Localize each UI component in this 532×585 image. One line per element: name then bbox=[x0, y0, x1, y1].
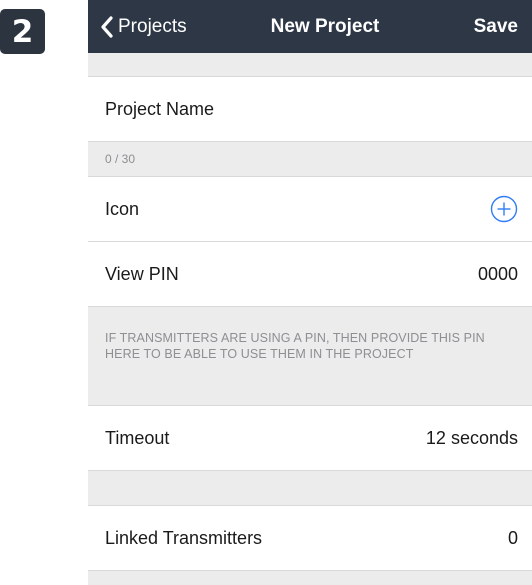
icon-row[interactable]: Icon bbox=[88, 176, 532, 242]
back-button[interactable]: Projects bbox=[100, 0, 187, 53]
chevron-left-icon bbox=[100, 15, 114, 38]
linked-transmitters-row[interactable]: Linked Transmitters 0 bbox=[88, 505, 532, 571]
timeout-value: 12 seconds bbox=[425, 427, 518, 448]
timeout-label: Timeout bbox=[105, 427, 170, 448]
view-pin-label: View PIN bbox=[105, 263, 179, 284]
project-name-counter: 0 / 30 bbox=[105, 152, 136, 166]
navigation-bar: Projects New Project Save bbox=[88, 0, 532, 53]
back-button-label: Projects bbox=[118, 15, 187, 37]
linked-transmitters-value: 0 bbox=[507, 527, 518, 548]
timeout-row[interactable]: Timeout 12 seconds bbox=[88, 405, 532, 471]
icon-row-label: Icon bbox=[105, 198, 140, 219]
phone-screen: Projects New Project Save Project Name 0… bbox=[88, 0, 532, 585]
view-pin-value: 0000 bbox=[477, 263, 518, 284]
view-pin-row[interactable]: View PIN 0000 bbox=[88, 241, 532, 307]
save-button[interactable]: Save bbox=[474, 0, 518, 53]
project-name-placeholder: Project Name bbox=[105, 98, 215, 119]
plus-circle-icon[interactable] bbox=[490, 195, 518, 223]
pin-footer-note: IF TRANSMITTERS ARE USING A PIN, THEN PR… bbox=[105, 331, 485, 361]
project-name-field[interactable]: Project Name bbox=[88, 76, 532, 142]
linked-transmitters-label: Linked Transmitters bbox=[105, 527, 263, 548]
step-badge: 2 bbox=[0, 9, 45, 54]
